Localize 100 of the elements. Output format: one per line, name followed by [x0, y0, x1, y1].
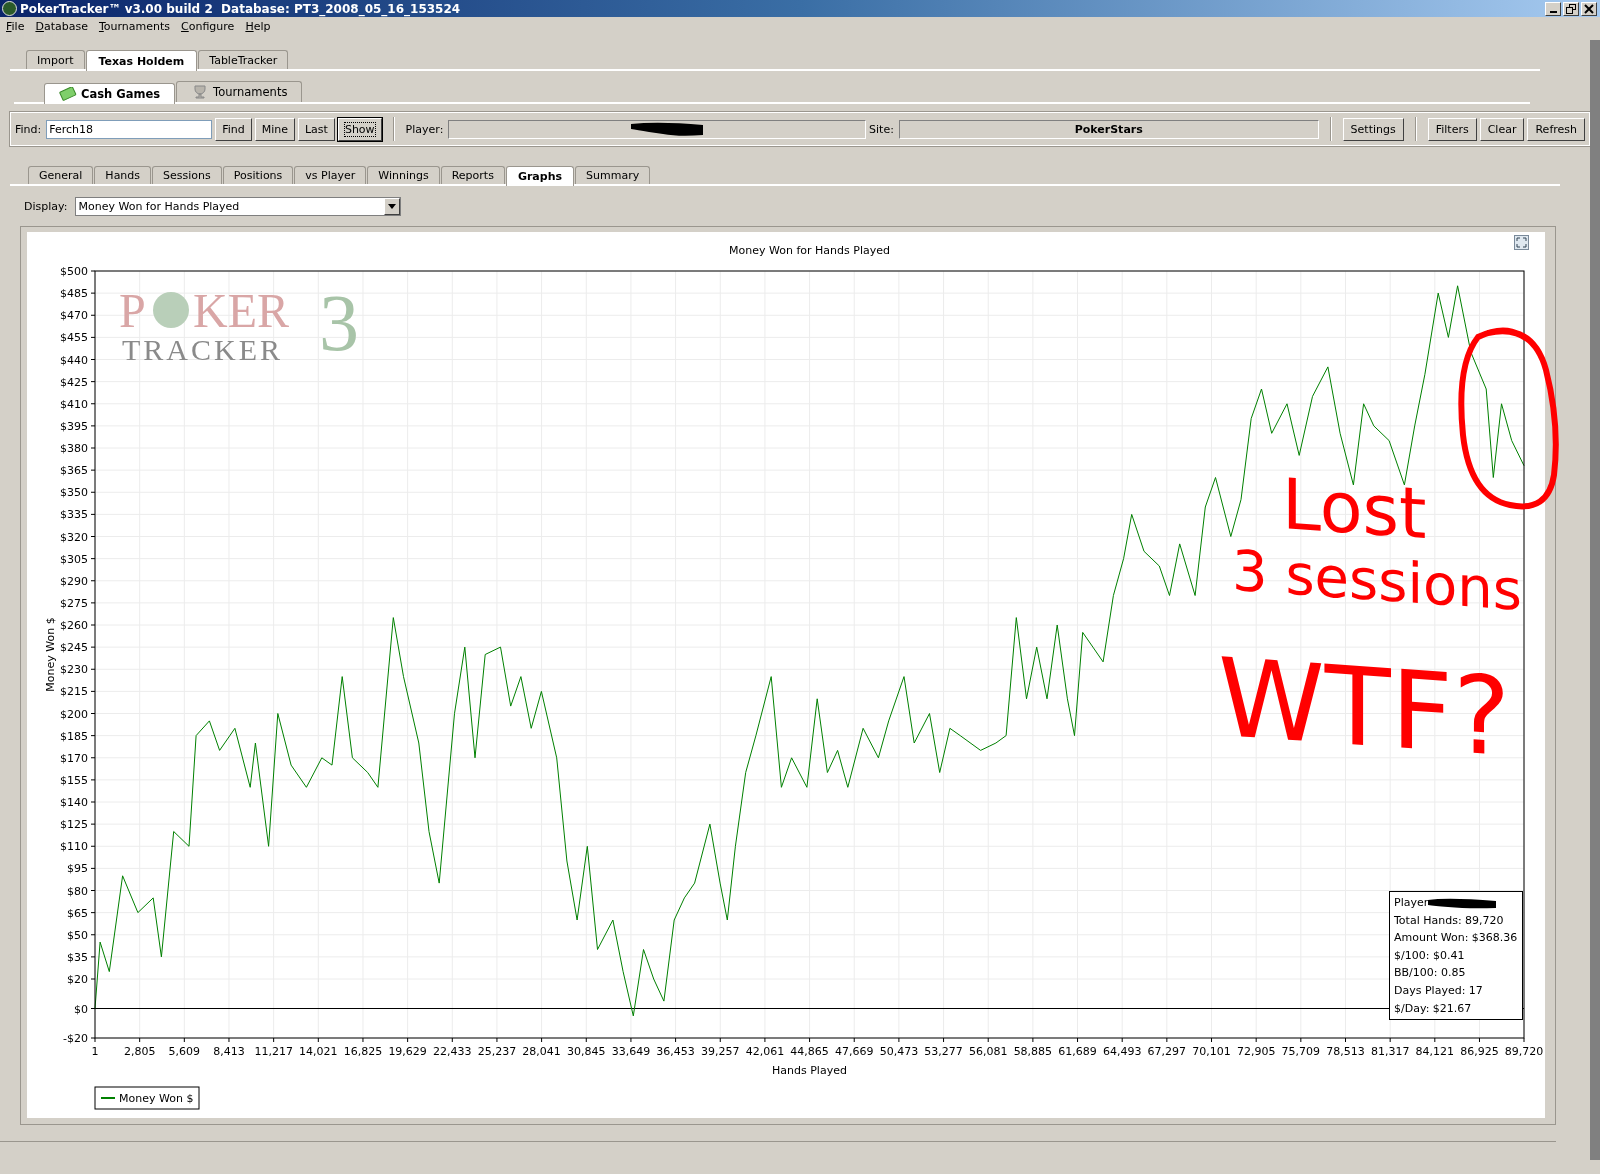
display-label: Display: — [24, 199, 68, 213]
menu-item[interactable]: Configure — [181, 20, 235, 34]
y-tick-label: $260 — [60, 619, 88, 632]
x-tick-label: 11,217 — [254, 1045, 293, 1058]
tab[interactable]: Graphs — [505, 166, 575, 186]
x-tick-label: 89,720 — [1504, 1045, 1544, 1058]
minimize-button[interactable] — [1545, 1, 1561, 16]
x-tick-label: 50,473 — [879, 1045, 919, 1058]
y-tick-label: $290 — [60, 574, 88, 588]
handwritten-note: WTF? — [1218, 634, 1511, 781]
expand-icon[interactable] — [1514, 235, 1529, 250]
x-tick-label: 56,081 — [968, 1045, 1008, 1058]
caret-icon — [388, 203, 397, 209]
menu-item[interactable]: Help — [245, 20, 271, 34]
toolbar-button[interactable]: Filters — [1427, 117, 1477, 141]
y-tick-label: $140 — [60, 796, 88, 809]
y-tick-label: $155 — [60, 773, 88, 787]
y-tick-label: $200 — [60, 707, 88, 721]
tab[interactable]: Texas Holdem — [85, 50, 198, 71]
toolbar-button[interactable]: Clear — [1479, 117, 1525, 141]
legend-label: Money Won $ — [119, 1092, 194, 1105]
toolbar-button[interactable]: Mine — [254, 117, 295, 141]
tab[interactable]: Positions — [222, 166, 294, 184]
find-field[interactable]: Ferch18 — [46, 119, 213, 139]
toolbar-button[interactable]: Find — [215, 117, 252, 141]
redaction-mark — [1428, 896, 1499, 909]
minimize-icon — [1549, 10, 1557, 13]
x-tick-label: 22,433 — [433, 1045, 472, 1058]
y-tick-label: $215 — [60, 685, 88, 699]
stats-text: $/100: $0.41 — [1394, 947, 1466, 964]
x-tick-label: 78,513 — [1326, 1045, 1365, 1058]
tab[interactable]: Reports — [440, 166, 505, 184]
toolbar-button[interactable]: Show — [337, 117, 382, 141]
x-tick-label: 8,413 — [213, 1045, 245, 1058]
y-tick-label: $185 — [60, 729, 88, 743]
y-tick-label: $35 — [67, 950, 88, 964]
restore-button[interactable] — [1563, 1, 1579, 16]
y-tick-label: $230 — [60, 663, 88, 677]
y-tick-label: $500 — [60, 265, 88, 278]
menu-item[interactable]: Database — [35, 20, 88, 34]
tab[interactable]: TableTracker — [198, 50, 289, 69]
y-tick-label: $20 — [67, 973, 88, 986]
menu-item[interactable]: File — [6, 20, 25, 34]
x-tick-label: 75,709 — [1281, 1045, 1321, 1058]
y-tick-label: $335 — [60, 508, 88, 522]
toolbar-button[interactable]: Last — [298, 117, 335, 141]
x-tick-label: 70,101 — [1192, 1045, 1231, 1058]
x-tick-label: 42,061 — [745, 1045, 785, 1058]
tab[interactable]: Cash Games — [44, 83, 176, 104]
y-tick-label: $470 — [60, 309, 88, 323]
y-tick-label: $170 — [60, 751, 88, 765]
y-tick-label: $0 — [74, 1002, 88, 1016]
stats-text: $/Day: $21.67 — [1394, 1000, 1473, 1017]
stats-text: Amount Won: $368.36 — [1394, 930, 1519, 947]
y-tick-label: $485 — [60, 287, 88, 301]
x-tick-label: 53,277 — [924, 1045, 963, 1058]
tab[interactable]: Winnings — [367, 166, 440, 184]
x-tick-label: 86,925 — [1460, 1045, 1499, 1058]
x-tick-label: 81,317 — [1370, 1045, 1410, 1058]
app-logo-icon — [2, 1, 17, 16]
x-tick-label: 72,905 — [1236, 1045, 1276, 1058]
tab[interactable]: Summary — [575, 166, 651, 184]
tab[interactable]: Sessions — [152, 166, 222, 184]
tab[interactable]: General — [28, 166, 94, 184]
tab[interactable]: vs Player — [294, 166, 367, 184]
stats-text: BB/100: 0.85 — [1394, 965, 1467, 982]
x-tick-label: 28,041 — [522, 1045, 561, 1058]
x-tick-label: 47,669 — [835, 1045, 874, 1058]
tab[interactable]: Hands — [94, 166, 152, 184]
player-field[interactable] — [448, 119, 867, 139]
y-tick-label: $320 — [60, 530, 88, 544]
close-button[interactable] — [1581, 1, 1597, 16]
restore-icon — [1566, 3, 1576, 14]
menu-item[interactable]: Tournaments — [98, 20, 171, 34]
site-field[interactable]: PokerStars — [898, 119, 1319, 139]
settings-button[interactable]: Settings — [1342, 117, 1404, 141]
x-tick-label: 1 — [91, 1045, 99, 1058]
y-tick-label: $245 — [60, 641, 88, 655]
toolbar-button[interactable]: Refresh — [1527, 117, 1585, 141]
site-label: Site: — [869, 122, 894, 136]
y-tick-label: $350 — [60, 486, 88, 500]
x-tick-label: 19,629 — [388, 1045, 427, 1058]
x-tick-label: 39,257 — [701, 1045, 740, 1058]
y-tick-label: $365 — [60, 464, 88, 478]
tab[interactable]: Import — [26, 50, 85, 69]
close-icon — [1584, 3, 1594, 14]
y-tick-label: $380 — [60, 442, 88, 455]
y-tick-label: $305 — [60, 552, 88, 566]
chart-legend: Money Won $ — [94, 1086, 200, 1110]
y-tick-label: -$20 — [63, 1032, 88, 1045]
y-tick-label: $125 — [60, 818, 88, 832]
x-tick-label: 67,297 — [1147, 1045, 1187, 1058]
x-tick-label: 14,021 — [299, 1045, 338, 1058]
y-tick-label: $275 — [60, 596, 88, 610]
x-tick-label: 33,649 — [611, 1045, 651, 1058]
display-dropdown[interactable]: Money Won for Hands Played — [75, 196, 402, 216]
tab[interactable]: Tournaments — [176, 81, 303, 102]
x-tick-label: 61,689 — [1058, 1045, 1097, 1058]
x-tick-label: 64,493 — [1102, 1045, 1142, 1058]
y-tick-label: $95 — [67, 862, 88, 876]
